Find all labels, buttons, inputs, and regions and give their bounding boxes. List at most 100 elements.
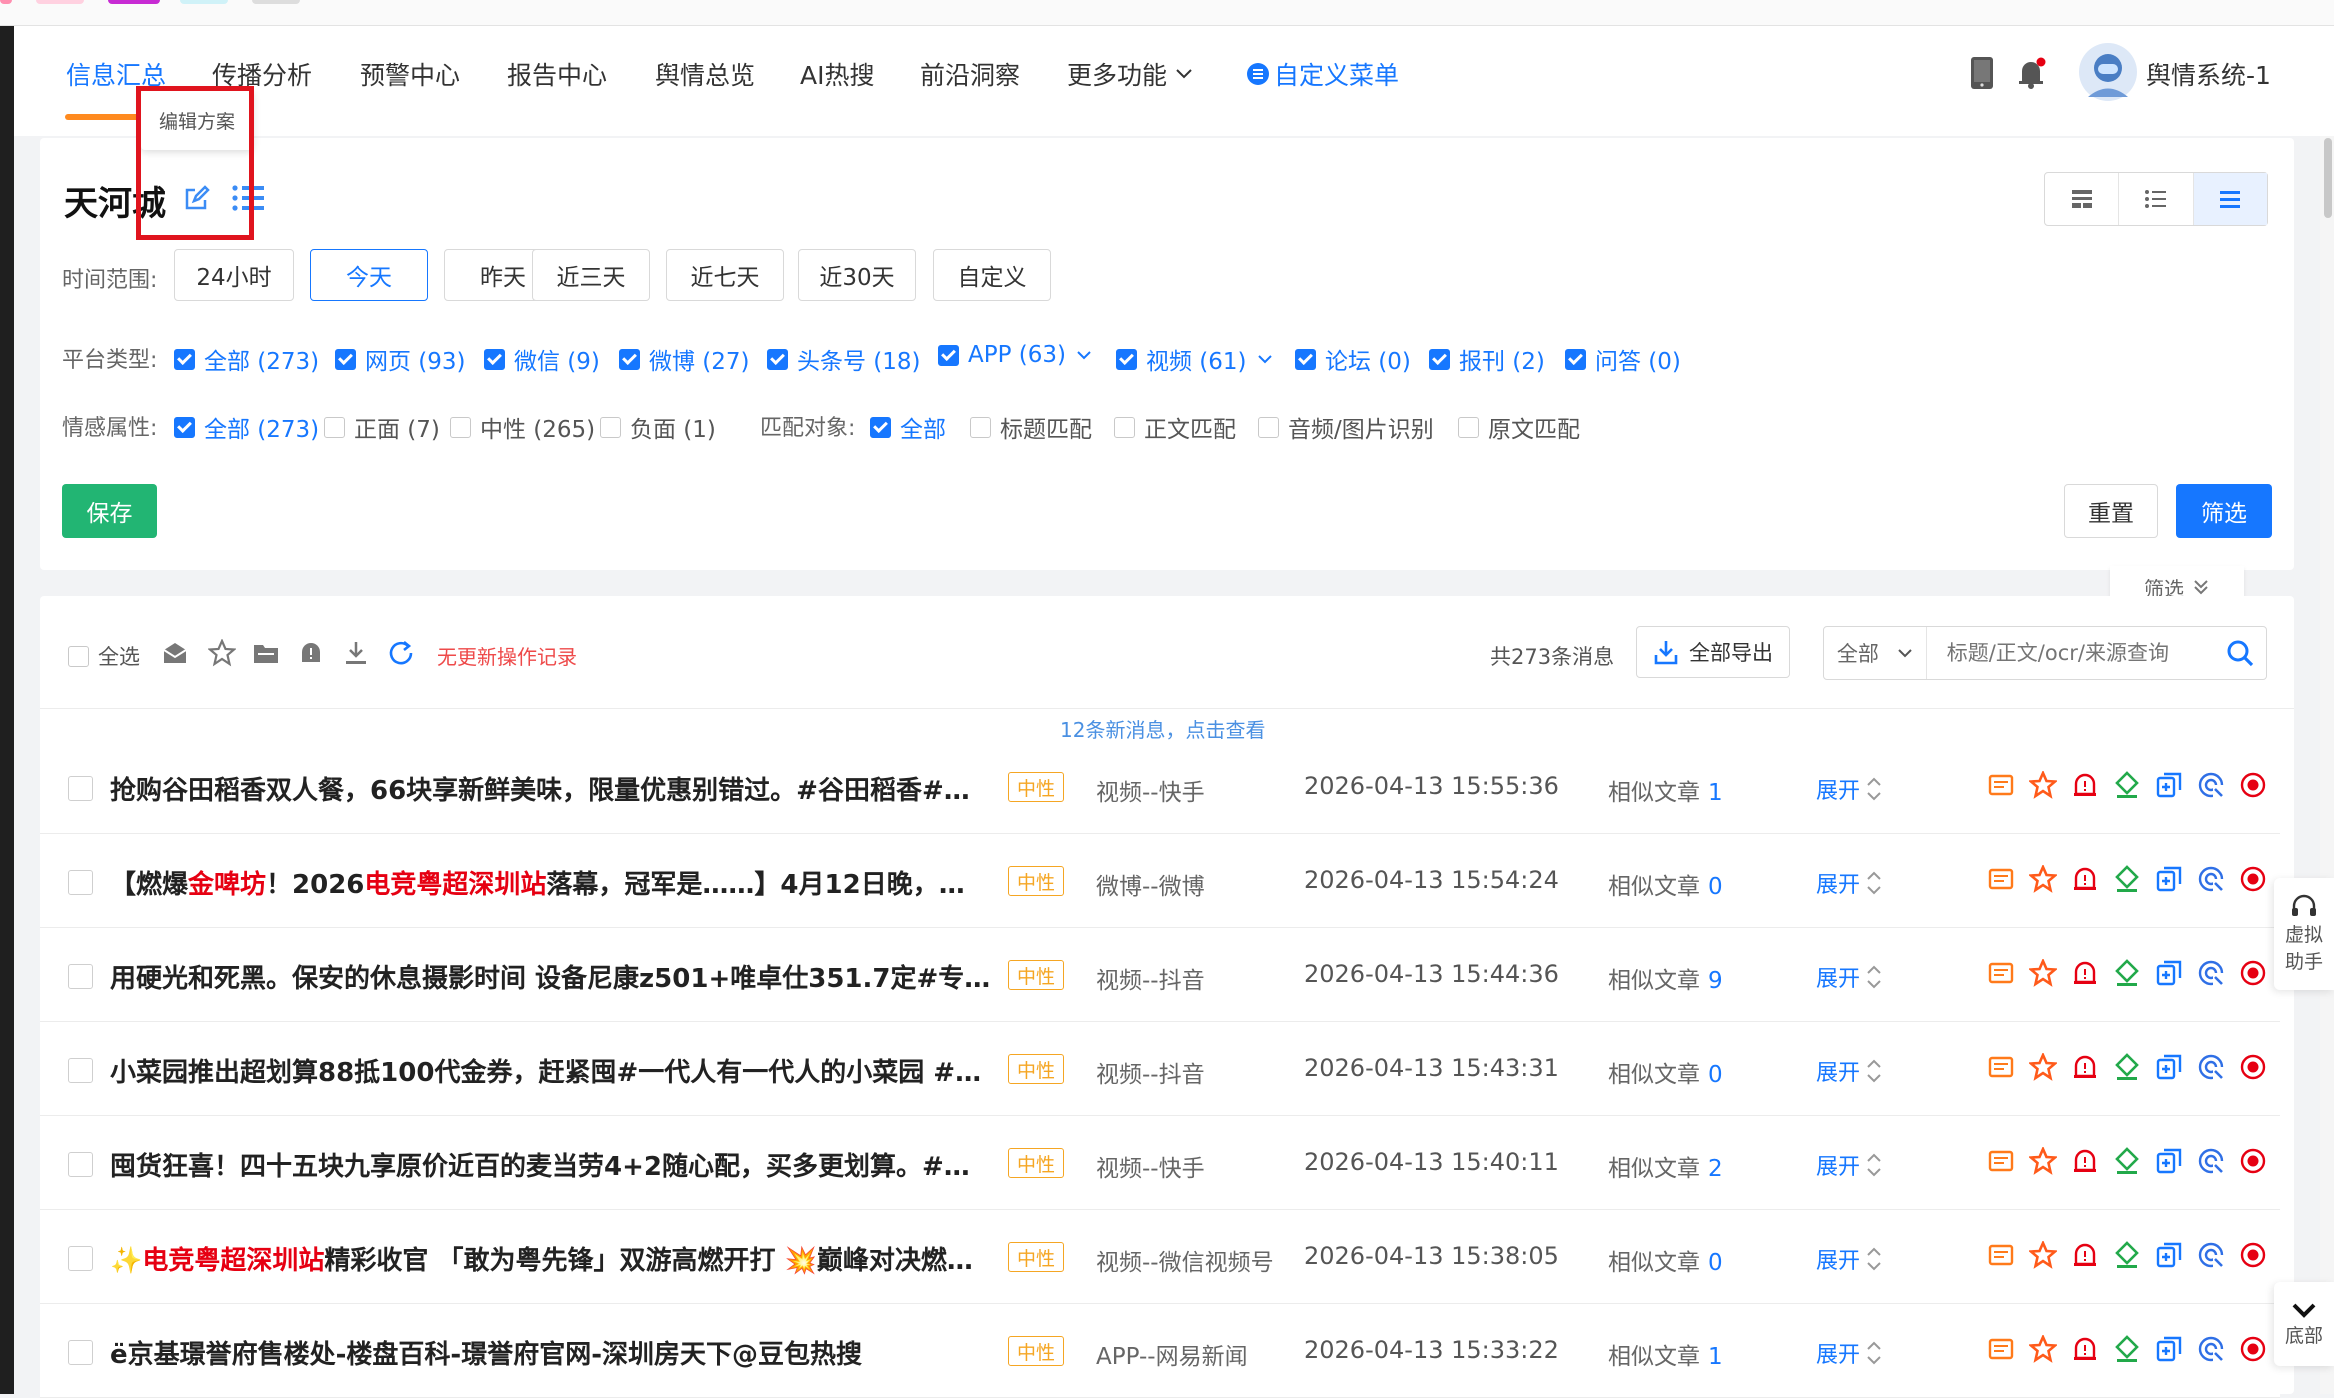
checkbox[interactable]	[1116, 348, 1137, 370]
export-all-button[interactable]: 全部导出	[1636, 626, 1790, 678]
expand-button[interactable]: 展开	[1816, 1243, 1882, 1275]
filter-button[interactable]: 筛选	[2176, 484, 2272, 538]
similar-articles[interactable]: 相似文章 0	[1608, 1243, 1723, 1277]
match-body[interactable]: 正文匹配	[1114, 410, 1236, 444]
star-icon[interactable]	[2028, 864, 2058, 894]
tag-icon[interactable]	[2112, 1146, 2142, 1176]
copy-icon[interactable]	[2154, 1052, 2184, 1082]
expand-button[interactable]: 展开	[1816, 867, 1882, 899]
similar-articles[interactable]: 相似文章 9	[1608, 961, 1723, 995]
chevron-down-icon[interactable]	[1076, 350, 1092, 360]
report-icon[interactable]	[1986, 1240, 2016, 1270]
alert-icon[interactable]	[298, 640, 324, 666]
similar-count[interactable]: 2	[1708, 1156, 1723, 1182]
row-checkbox[interactable]	[68, 1340, 93, 1365]
row-checkbox[interactable]	[68, 776, 93, 801]
checkbox[interactable]	[619, 348, 640, 370]
nav-item-insight[interactable]: 前沿洞察	[920, 56, 1020, 92]
nav-item-report[interactable]: 报告中心	[507, 56, 607, 92]
tag-icon[interactable]	[2112, 864, 2142, 894]
match-all[interactable]: 全部	[870, 410, 946, 444]
checkbox[interactable]	[1258, 416, 1279, 438]
checkbox[interactable]	[335, 348, 356, 370]
similar-articles[interactable]: 相似文章 1	[1608, 773, 1723, 807]
download-icon[interactable]	[343, 640, 369, 666]
nav-custom-menu[interactable]: 自定义菜单	[1246, 56, 1399, 92]
row-checkbox[interactable]	[68, 1152, 93, 1177]
copy-icon[interactable]	[2154, 770, 2184, 800]
expand-button[interactable]: 展开	[1816, 1149, 1882, 1181]
chevron-down-icon[interactable]	[1257, 354, 1273, 364]
search-input[interactable]	[1926, 627, 2215, 679]
report-icon[interactable]	[1986, 1146, 2016, 1176]
refresh-icon[interactable]	[386, 638, 416, 668]
copy-icon[interactable]	[2154, 1334, 2184, 1364]
target-icon[interactable]	[2238, 1240, 2268, 1270]
star-icon[interactable]	[2028, 958, 2058, 988]
avatar[interactable]	[2078, 42, 2138, 102]
time-today-button[interactable]: 今天	[310, 249, 428, 301]
page-scrollbar[interactable]	[2320, 136, 2334, 1394]
checkbox[interactable]	[767, 348, 788, 370]
match-original[interactable]: 原文匹配	[1458, 410, 1580, 444]
article-row[interactable]: ✨电竞粤超深圳站精彩收官 「敢为粤先锋」双游高燃开打 💥巅峰对决燃… 中性 视频--…	[40, 1210, 2280, 1304]
trace-icon[interactable]	[2196, 958, 2226, 988]
article-title[interactable]: ё京基璟誉府售楼处-楼盘百科-璟誉府官网-深圳房天下@豆包热搜	[110, 1334, 1030, 1371]
report-icon[interactable]	[1986, 770, 2016, 800]
report-icon[interactable]	[1986, 1334, 2016, 1364]
reset-button[interactable]: 重置	[2064, 484, 2158, 538]
sentiment-negative[interactable]: 负面 (1)	[600, 410, 716, 444]
star-icon[interactable]	[2028, 770, 2058, 800]
tag-icon[interactable]	[2112, 1052, 2142, 1082]
time-30days-button[interactable]: 近30天	[798, 249, 916, 301]
checkbox[interactable]	[1565, 348, 1586, 370]
article-title[interactable]: 囤货狂喜！四十五块九享原价近百的麦当劳4+2随心配，买多更划算。#…	[110, 1146, 1030, 1183]
star-icon[interactable]	[208, 639, 236, 667]
nav-item-ai-hot[interactable]: AI热搜	[800, 56, 874, 92]
platform-all[interactable]: 全部 (273)	[174, 342, 319, 376]
row-checkbox[interactable]	[68, 1058, 93, 1083]
sentiment-all[interactable]: 全部 (273)	[174, 410, 319, 444]
checkbox[interactable]	[324, 416, 345, 438]
save-button[interactable]: 保存	[62, 484, 157, 538]
alert-bell-icon[interactable]	[2070, 770, 2100, 800]
time-custom-button[interactable]: 自定义	[933, 249, 1051, 301]
trace-icon[interactable]	[2196, 1240, 2226, 1270]
target-icon[interactable]	[2238, 1146, 2268, 1176]
article-title[interactable]: 抢购谷田稻香双人餐，66块享新鲜美味，限量优惠别错过。#谷田稻香#…	[110, 770, 1030, 807]
row-checkbox[interactable]	[68, 1246, 93, 1271]
checkbox[interactable]	[1429, 348, 1450, 370]
checkbox[interactable]	[68, 645, 89, 667]
checkbox[interactable]	[450, 416, 471, 438]
user-name[interactable]: 舆情系统-1	[2146, 56, 2271, 92]
search-scope-select[interactable]: 全部	[1824, 627, 1927, 679]
tag-icon[interactable]	[2112, 958, 2142, 988]
row-checkbox[interactable]	[68, 964, 93, 989]
alert-bell-icon[interactable]	[2070, 1334, 2100, 1364]
trace-icon[interactable]	[2196, 1052, 2226, 1082]
copy-icon[interactable]	[2154, 1146, 2184, 1176]
report-icon[interactable]	[1986, 1052, 2016, 1082]
similar-articles[interactable]: 相似文章 0	[1608, 867, 1723, 901]
checkbox[interactable]	[938, 344, 959, 366]
checkbox[interactable]	[1458, 416, 1479, 438]
row-checkbox[interactable]	[68, 870, 93, 895]
search-button[interactable]	[2215, 627, 2266, 679]
time-24h-button[interactable]: 24小时	[174, 249, 294, 301]
scroll-bottom-button[interactable]: 底部	[2274, 1282, 2334, 1366]
alert-bell-icon[interactable]	[2070, 1052, 2100, 1082]
article-row[interactable]: 囤货狂喜！四十五块九享原价近百的麦当劳4+2随心配，买多更划算。#… 中性 视频--…	[40, 1116, 2280, 1210]
checkbox[interactable]	[484, 348, 505, 370]
target-icon[interactable]	[2238, 864, 2268, 894]
page-scrollbar-thumb[interactable]	[2324, 138, 2332, 218]
similar-count[interactable]: 0	[1708, 1062, 1723, 1088]
time-3days-button[interactable]: 近三天	[532, 249, 650, 301]
new-messages-link[interactable]: 12条新消息，点击查看	[1060, 714, 1265, 743]
similar-articles[interactable]: 相似文章 2	[1608, 1149, 1723, 1183]
similar-articles[interactable]: 相似文章 1	[1608, 1337, 1723, 1371]
checkbox[interactable]	[174, 416, 195, 438]
time-7days-button[interactable]: 近七天	[666, 249, 784, 301]
checkbox[interactable]	[1114, 416, 1135, 438]
star-icon[interactable]	[2028, 1146, 2058, 1176]
folder-icon[interactable]	[253, 641, 279, 665]
